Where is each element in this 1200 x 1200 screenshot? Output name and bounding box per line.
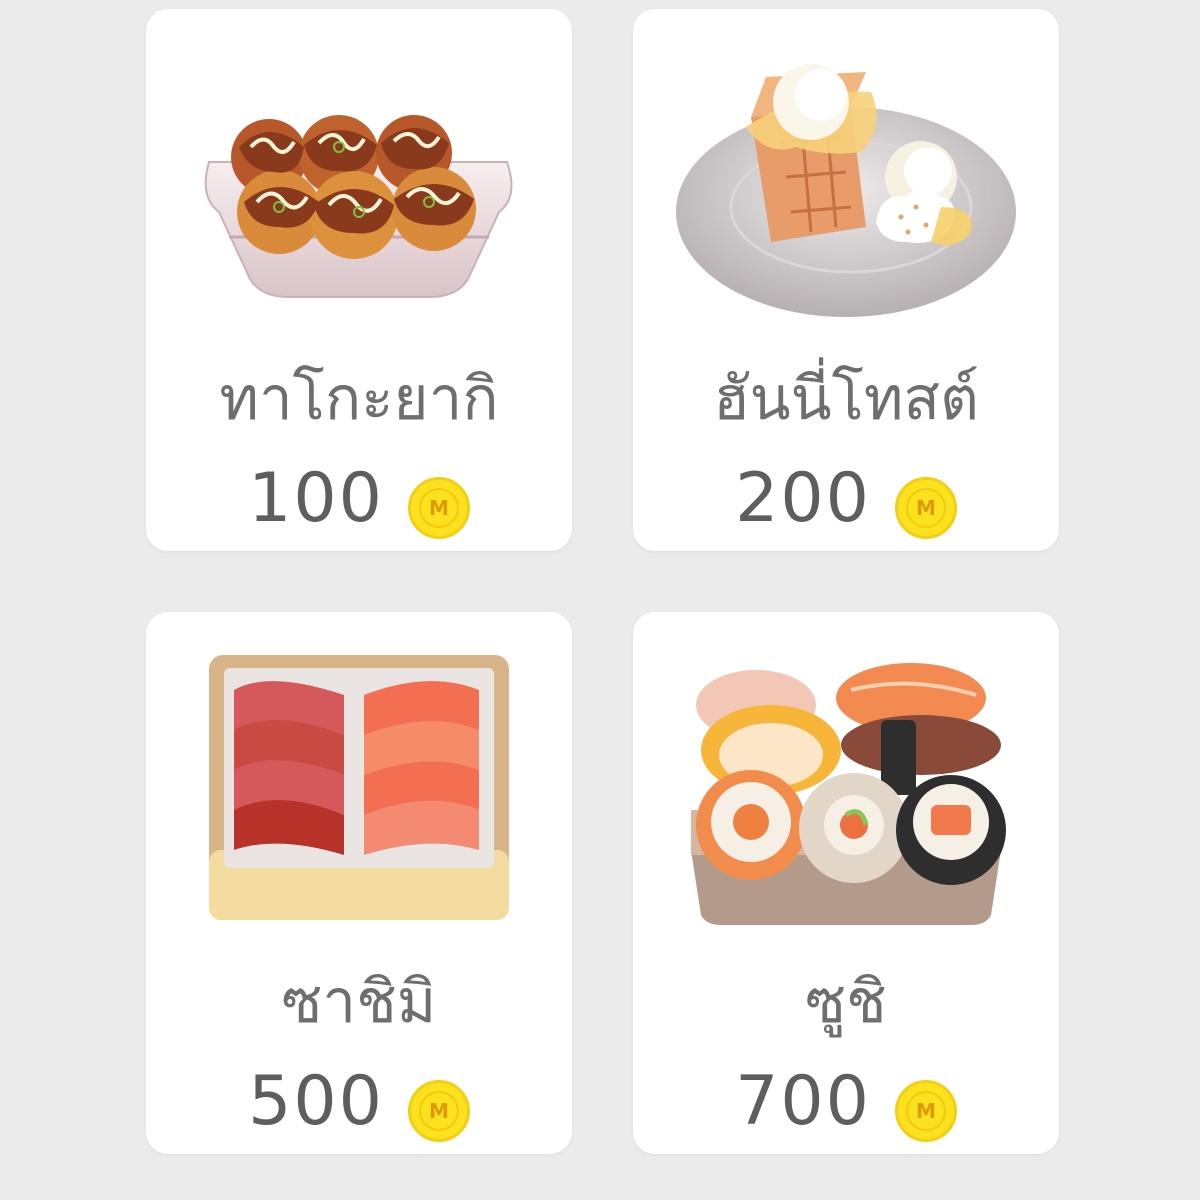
menu-item-card-sushi[interactable]: ซูชิ 700 M (633, 612, 1059, 1154)
menu-item-card-takoyaki[interactable]: ทาโกะยากิ 100 M (146, 9, 572, 551)
price-row: 200 M (633, 459, 1059, 551)
price-row: 100 M (146, 459, 572, 551)
sushi-icon (691, 663, 1006, 925)
coin-icon: M (894, 1080, 957, 1142)
coin-icon: M (894, 477, 957, 539)
item-name: ฮันนี่โทสต์ (712, 364, 979, 434)
coin-symbol: M (418, 1091, 459, 1131)
honey-toast-icon (676, 64, 1016, 317)
item-name: ทาโกะยากิ (219, 364, 499, 434)
coin-icon: M (407, 477, 470, 539)
coin-symbol: M (905, 1091, 946, 1131)
price-row: 500 M (146, 1062, 572, 1154)
coin-symbol: M (905, 488, 946, 528)
item-price: 500 (248, 1062, 384, 1141)
coin-icon: M (407, 1080, 470, 1142)
item-name: ซาชิมิ (281, 967, 437, 1037)
item-price: 100 (248, 459, 384, 538)
sashimi-icon (209, 655, 509, 920)
takoyaki-icon (204, 115, 513, 298)
item-price: 700 (735, 1062, 871, 1141)
item-price: 200 (735, 459, 871, 538)
item-name: ซูชิ (805, 967, 887, 1037)
coin-symbol: M (418, 488, 459, 528)
menu-item-card-sashimi[interactable]: ซาชิมิ 500 M (146, 612, 572, 1154)
menu-item-card-honey-toast[interactable]: ฮันนี่โทสต์ 200 M (633, 9, 1059, 551)
price-row: 700 M (633, 1062, 1059, 1154)
